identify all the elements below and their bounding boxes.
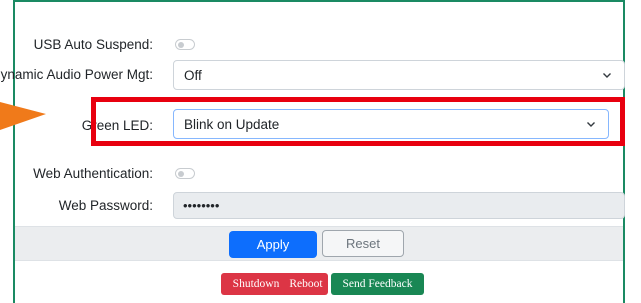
- dynamic-audio-power-select[interactable]: Off: [173, 60, 625, 90]
- dynamic-audio-power-value: Off: [184, 68, 202, 83]
- shutdown-button[interactable]: Shutdown: [221, 273, 291, 295]
- reboot-button[interactable]: Reboot: [284, 273, 328, 295]
- settings-panel: USB Auto Suspend: Dynamic Audio Power Mg…: [0, 0, 625, 303]
- web-authentication-toggle[interactable]: [175, 168, 195, 179]
- web-password-label: Web Password:: [58, 198, 153, 213]
- usb-auto-suspend-label: USB Auto Suspend:: [33, 37, 153, 52]
- reset-button[interactable]: Reset: [322, 230, 404, 257]
- toggle-knob: [178, 170, 184, 177]
- chevron-down-icon: [603, 73, 611, 78]
- toggle-knob: [178, 41, 184, 48]
- web-password-field: ••••••••: [173, 192, 625, 219]
- usb-auto-suspend-toggle[interactable]: [175, 39, 195, 50]
- dynamic-audio-power-label: Dynamic Audio Power Mgt:: [0, 67, 153, 82]
- form-action-bar: Apply Reset: [15, 226, 623, 261]
- highlight-frame: [91, 97, 625, 146]
- send-feedback-button[interactable]: Send Feedback: [331, 273, 424, 295]
- arrow-pointer-icon: [0, 102, 46, 130]
- apply-button[interactable]: Apply: [229, 231, 317, 258]
- web-authentication-label: Web Authentication:: [33, 166, 153, 181]
- web-password-value: ••••••••: [183, 198, 220, 213]
